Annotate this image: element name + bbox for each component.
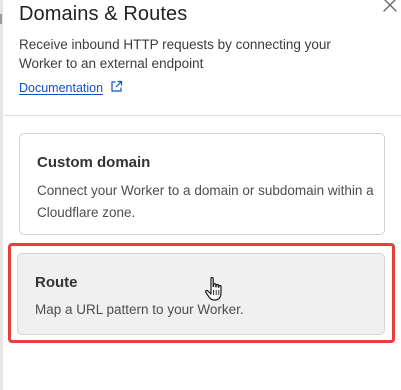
panel-subtitle: Receive inbound HTTP requests by connect…	[19, 37, 331, 71]
background-panel-mark	[0, 14, 2, 24]
custom-domain-title: Custom domain	[37, 154, 151, 171]
route-option[interactable]: Route Map a URL pattern to your Worker.	[17, 253, 385, 335]
panel-title: Domains & Routes	[19, 3, 188, 25]
documentation-link-label: Documentation	[19, 81, 104, 95]
custom-domain-option[interactable]: Custom domain Connect your Worker to a d…	[19, 133, 385, 235]
header-divider	[4, 115, 401, 116]
custom-domain-description: Connect your Worker to a domain or subdo…	[37, 183, 374, 220]
close-icon	[383, 0, 397, 12]
background-panel-edge	[0, 0, 3, 390]
external-link-icon	[111, 80, 123, 92]
route-description: Map a URL pattern to your Worker.	[35, 302, 244, 317]
close-button[interactable]	[381, 0, 399, 14]
route-title: Route	[35, 274, 78, 291]
documentation-link[interactable]: Documentation	[19, 80, 123, 95]
domains-routes-panel: Domains & Routes Receive inbound HTTP re…	[4, 0, 401, 390]
